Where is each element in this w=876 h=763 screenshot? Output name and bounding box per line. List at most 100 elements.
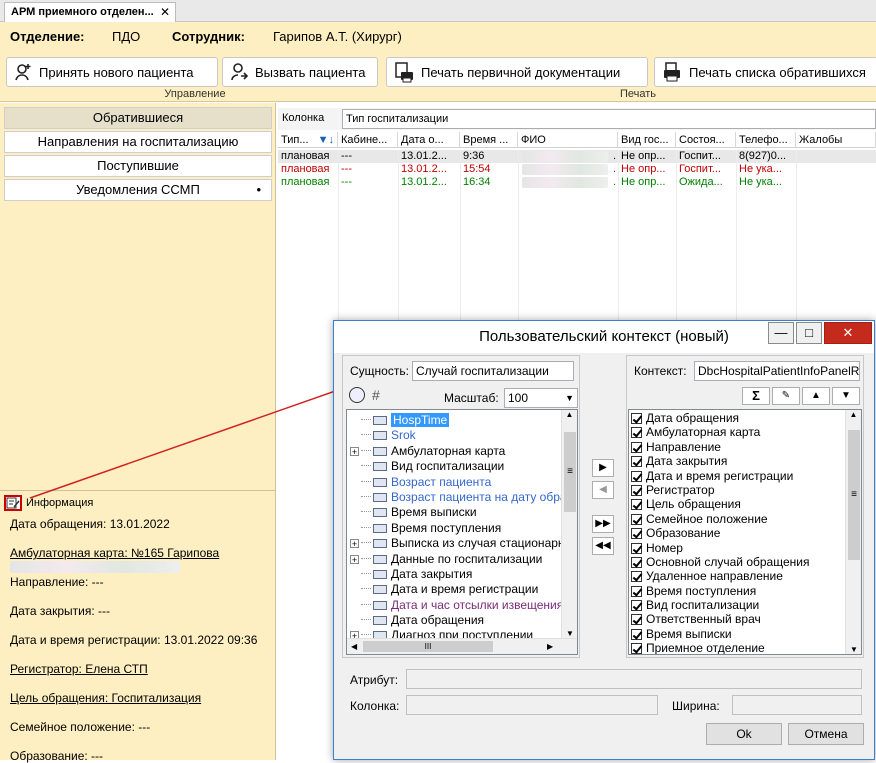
scroll-down-icon[interactable]: ▼ [562, 629, 577, 638]
tree-item[interactable]: Дата обращения [347, 613, 561, 628]
tab-arm[interactable]: АРМ приемного отделен... ✕ [4, 2, 176, 22]
checkbox-checked-icon[interactable] [631, 456, 642, 468]
selected-attributes-list[interactable]: Дата обращения Амбулаторная карта Направле… [628, 409, 862, 655]
checked-attribute-item[interactable]: Направление [631, 440, 845, 454]
checkbox-checked-icon[interactable] [631, 614, 642, 626]
checkbox-checked-icon[interactable] [631, 542, 642, 554]
column-field[interactable]: Тип госпитализации [342, 109, 876, 129]
tree-hscroll[interactable]: ◀ III ▶ [347, 638, 577, 654]
checkbox-checked-icon[interactable] [631, 643, 642, 654]
checkbox-checked-icon[interactable] [631, 513, 642, 525]
call-patient-button[interactable]: Вызвать пациента [222, 57, 378, 87]
nav-item-applicants[interactable]: Обратившиеся [4, 107, 272, 129]
cancel-button[interactable]: Отмена [788, 723, 864, 745]
list-vscroll[interactable]: ▲ ≡ ▼ [845, 410, 861, 654]
tree-vscroll[interactable]: ▲ ≡ ▼ [561, 410, 577, 638]
tree-item[interactable]: Время поступления [347, 521, 561, 536]
nav-item-admitted[interactable]: Поступившие [4, 155, 272, 177]
checked-attribute-item[interactable]: Приемное отделение [631, 641, 845, 654]
checked-attribute-item[interactable]: Цель обращения [631, 497, 845, 511]
scroll-thumb[interactable]: ≡ [848, 430, 860, 560]
col-header-phone[interactable]: Телефо... [736, 132, 796, 148]
checked-attribute-item[interactable]: Регистратор [631, 483, 845, 497]
attribute-tree[interactable]: HospTime Srok + Амбулаторная карта Вид госпи… [346, 409, 578, 655]
checkbox-checked-icon[interactable] [631, 528, 642, 540]
move-up-button[interactable]: ▲ [802, 387, 830, 405]
col-header-vid[interactable]: Вид гос... [618, 132, 676, 148]
info-registrar[interactable]: Регистратор: Елена СТП [10, 662, 148, 676]
minimize-icon[interactable]: — [768, 322, 794, 344]
table-row[interactable]: плановая --- 13.01.2... 9:36. Не опр... Госпи… [278, 150, 876, 163]
checked-attribute-item[interactable]: Номер [631, 541, 845, 555]
tab-close-icon[interactable]: ✕ [160, 5, 170, 19]
table-row[interactable]: плановая --- 13.01.2... 16:34. Не опр... Ожид… [278, 176, 876, 189]
tree-item[interactable]: + Амбулаторная карта [347, 444, 561, 459]
checkbox-checked-icon[interactable] [631, 441, 642, 453]
zoom-icon[interactable] [349, 387, 365, 403]
checked-attribute-item[interactable]: Дата закрытия [631, 454, 845, 468]
scale-select[interactable]: 100 ▼ [504, 388, 578, 408]
tree-item[interactable]: Дата закрытия [347, 567, 561, 582]
width-field[interactable] [732, 695, 862, 715]
col-header-time[interactable]: Время ... [460, 132, 518, 148]
col-header-complaints[interactable]: Жалобы [796, 132, 876, 148]
checked-attribute-item[interactable]: Удаленное направление [631, 569, 845, 583]
checkbox-checked-icon[interactable] [631, 484, 642, 496]
checked-attribute-item[interactable]: Образование [631, 526, 845, 540]
hscroll-thumb[interactable]: III [363, 641, 493, 652]
checked-attribute-item[interactable]: Семейное положение [631, 512, 845, 526]
col-header-date[interactable]: Дата о... [398, 132, 460, 148]
checkbox-checked-icon[interactable] [631, 556, 642, 568]
tree-item[interactable]: Возраст пациента на дату обраще [347, 490, 577, 505]
edit-icon[interactable]: ✎ [772, 387, 800, 405]
checkbox-checked-icon[interactable] [631, 628, 642, 640]
maximize-icon[interactable]: □ [796, 322, 822, 344]
checked-attribute-item[interactable]: Основной случай обращения [631, 555, 845, 569]
scroll-thumb[interactable]: ≡ [564, 432, 576, 512]
checkbox-checked-icon[interactable] [631, 600, 642, 612]
ok-button[interactable]: Ok [706, 723, 782, 745]
col-header-fio[interactable]: ФИО [518, 132, 618, 148]
move-all-left-button[interactable]: ◀◀ [592, 537, 614, 555]
tree-item[interactable]: Srok [347, 428, 561, 443]
tree-item[interactable]: Дата и время регистрации [347, 582, 561, 597]
checked-attribute-item[interactable]: Время выписки [631, 627, 845, 641]
tree-item[interactable]: Возраст пациента [347, 475, 561, 490]
checkbox-checked-icon[interactable] [631, 571, 642, 583]
col-header-type[interactable]: Тип... ▼↓ [278, 132, 338, 148]
new-patient-button[interactable]: Принять нового пациента [6, 57, 218, 87]
sort-filter-icon[interactable]: ▼↓ [318, 132, 334, 148]
entity-field[interactable]: Случай госпитализации [412, 361, 574, 381]
grid-icon[interactable]: # [372, 387, 380, 403]
nav-item-referrals[interactable]: Направления на госпитализацию [4, 131, 272, 153]
nav-item-notifications[interactable]: Уведомления ССМП • [4, 179, 272, 201]
tree-item[interactable]: HospTime [347, 413, 561, 428]
move-all-right-button[interactable]: ▶▶ [592, 515, 614, 533]
print-list-button[interactable]: Печать списка обратившихся [654, 57, 876, 87]
expand-icon[interactable]: + [350, 446, 359, 456]
info-amb-card[interactable]: Амбулаторная карта: №165 Гарипова [10, 546, 219, 560]
move-down-button[interactable]: ▼ [832, 387, 860, 405]
context-field[interactable]: DbcHospitalPatientInfoPanelRece [694, 361, 860, 381]
checked-attribute-item[interactable]: Дата и время регистрации [631, 469, 845, 483]
print-primary-button[interactable]: Печать первичной документации [386, 57, 648, 87]
info-purpose[interactable]: Цель обращения: Госпитализация [10, 691, 201, 705]
checkbox-checked-icon[interactable] [631, 499, 642, 511]
checked-attribute-item[interactable]: Амбулаторная карта [631, 425, 845, 439]
col-header-cabinet[interactable]: Кабине... [338, 132, 398, 148]
close-icon[interactable]: ✕ [824, 322, 872, 344]
checkbox-checked-icon[interactable] [631, 413, 642, 424]
table-row[interactable]: плановая --- 13.01.2... 15:54. Не опр... Госп… [278, 163, 876, 176]
scroll-up-icon[interactable]: ▲ [562, 410, 577, 419]
checked-attribute-item[interactable]: Ответственный врач [631, 612, 845, 626]
dialog-column-field[interactable] [406, 695, 658, 715]
sum-button[interactable]: Σ [742, 387, 770, 405]
checked-attribute-item[interactable]: Вид госпитализации [631, 598, 845, 612]
tree-item[interactable]: + Выписка из случая стационарного [347, 536, 577, 551]
tree-item[interactable]: Время выписки [347, 505, 561, 520]
scroll-down-icon[interactable]: ▼ [846, 645, 861, 654]
checked-attribute-item[interactable]: Дата обращения [631, 411, 845, 425]
info-edit-icon[interactable] [4, 495, 22, 511]
attribute-field[interactable] [406, 669, 862, 689]
move-right-button[interactable]: ▶ [592, 459, 614, 477]
